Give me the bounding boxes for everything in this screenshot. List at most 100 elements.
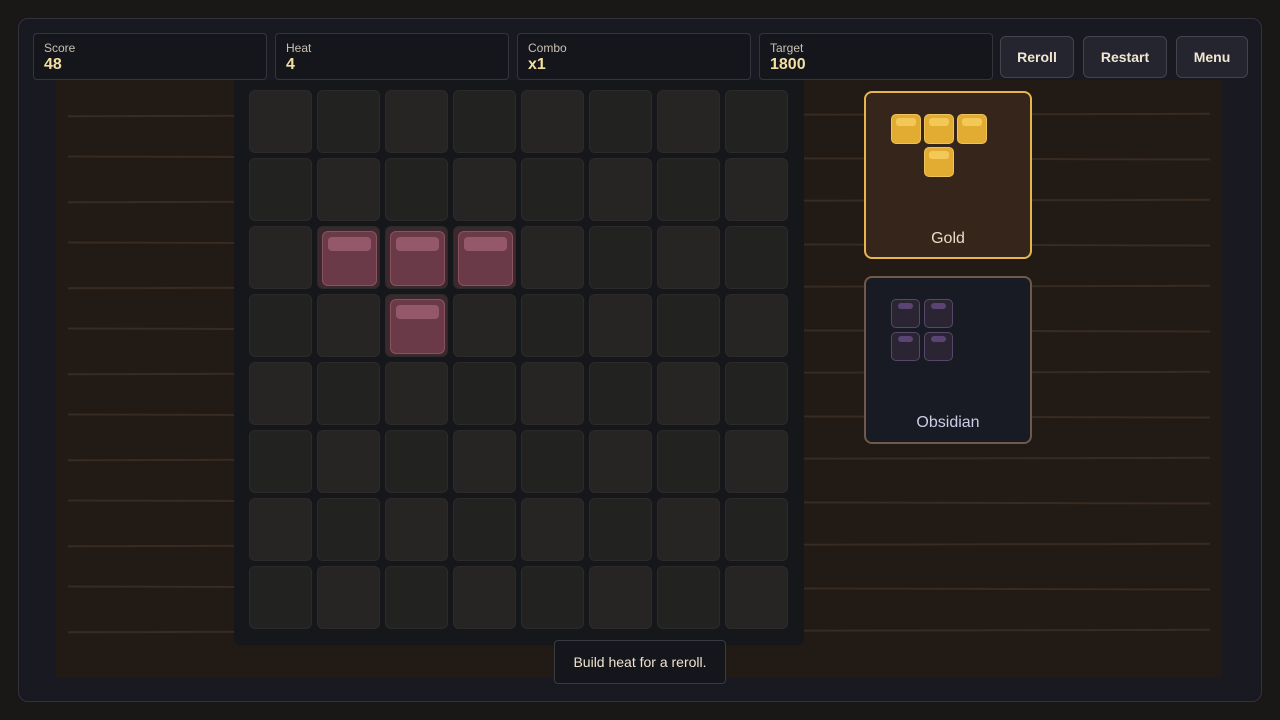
block-highlight: [929, 118, 949, 126]
target-label: Target: [770, 41, 804, 55]
board-cell[interactable]: [249, 362, 312, 425]
board-cell[interactable]: [249, 226, 312, 289]
gold-piece-block: [924, 114, 954, 144]
target-stat: Target 1800: [759, 33, 993, 80]
board-cell[interactable]: [657, 158, 720, 221]
piece-name-obsidian: Obsidian: [916, 414, 980, 431]
board-cell[interactable]: [453, 362, 516, 425]
board-cell[interactable]: [453, 158, 516, 221]
block-highlight: [328, 237, 371, 251]
board-cell[interactable]: [521, 498, 584, 561]
board-cell-filled[interactable]: [453, 226, 516, 289]
board-cell[interactable]: [521, 430, 584, 493]
board-cell[interactable]: [453, 90, 516, 153]
board-cell[interactable]: [385, 498, 448, 561]
heat-label: Heat: [286, 41, 312, 55]
menu-button[interactable]: Menu: [1176, 36, 1248, 78]
board-cell[interactable]: [725, 294, 788, 357]
action-buttons: Reroll Restart Menu: [1000, 36, 1248, 78]
board-cell[interactable]: [657, 498, 720, 561]
block-highlight: [898, 336, 913, 342]
board-cell[interactable]: [249, 158, 312, 221]
board-cell[interactable]: [657, 226, 720, 289]
board-cell[interactable]: [589, 158, 652, 221]
obsidian-piece-block: [924, 299, 953, 328]
board-cell[interactable]: [385, 158, 448, 221]
board-cell[interactable]: [657, 566, 720, 629]
board-cell[interactable]: [725, 362, 788, 425]
restart-button[interactable]: Restart: [1083, 36, 1167, 78]
board-cell[interactable]: [317, 362, 380, 425]
placed-block: [322, 231, 377, 286]
board-cell[interactable]: [589, 90, 652, 153]
board-cell[interactable]: [521, 362, 584, 425]
board-cell[interactable]: [317, 294, 380, 357]
board-cell[interactable]: [725, 498, 788, 561]
board-cell[interactable]: [317, 158, 380, 221]
board-cell[interactable]: [249, 90, 312, 153]
board-cell[interactable]: [385, 90, 448, 153]
board-cell[interactable]: [249, 566, 312, 629]
board-cell[interactable]: [385, 430, 448, 493]
board-cell[interactable]: [249, 294, 312, 357]
board-cell[interactable]: [385, 362, 448, 425]
block-highlight: [898, 303, 913, 309]
board-cell[interactable]: [385, 566, 448, 629]
board-cell[interactable]: [249, 498, 312, 561]
board-cell[interactable]: [657, 430, 720, 493]
gold-piece-block: [891, 114, 921, 144]
board-cell-filled[interactable]: [385, 294, 448, 357]
board-cell[interactable]: [521, 158, 584, 221]
piece-card-obsidian[interactable]: Obsidian: [864, 276, 1032, 444]
game-board: [234, 80, 804, 645]
board-cell[interactable]: [521, 566, 584, 629]
board-cell[interactable]: [589, 430, 652, 493]
board-cell[interactable]: [725, 430, 788, 493]
board-cell[interactable]: [589, 294, 652, 357]
board-cell[interactable]: [317, 90, 380, 153]
reroll-button[interactable]: Reroll: [1000, 36, 1074, 78]
gold-piece-block: [924, 147, 954, 177]
board-cell[interactable]: [657, 90, 720, 153]
board-cell[interactable]: [589, 566, 652, 629]
score-label: Score: [44, 41, 76, 55]
obsidian-piece-block: [891, 299, 920, 328]
board-cell[interactable]: [317, 498, 380, 561]
board-cell[interactable]: [453, 498, 516, 561]
board-cell[interactable]: [725, 90, 788, 153]
board-cell[interactable]: [589, 362, 652, 425]
board-cell[interactable]: [725, 158, 788, 221]
placed-block: [390, 231, 445, 286]
board-cell[interactable]: [725, 566, 788, 629]
combo-label: Combo: [528, 41, 567, 55]
board-cell-filled[interactable]: [385, 226, 448, 289]
board-cell[interactable]: [521, 294, 584, 357]
board-cell-filled[interactable]: [317, 226, 380, 289]
block-highlight: [931, 336, 946, 342]
block-highlight: [396, 237, 439, 251]
hint-message: Build heat for a reroll.: [554, 640, 726, 684]
placed-block: [390, 299, 445, 354]
board-cell[interactable]: [453, 566, 516, 629]
board-cell[interactable]: [317, 566, 380, 629]
board-cell[interactable]: [453, 294, 516, 357]
combo-stat: Combo x1: [517, 33, 751, 80]
board-cell[interactable]: [317, 430, 380, 493]
block-highlight: [929, 151, 949, 159]
board-cell[interactable]: [249, 430, 312, 493]
block-highlight: [896, 118, 916, 126]
board-cell[interactable]: [521, 90, 584, 153]
board-cell[interactable]: [589, 226, 652, 289]
obsidian-piece-block: [891, 332, 920, 361]
board-cell[interactable]: [589, 498, 652, 561]
board-cell[interactable]: [657, 362, 720, 425]
gold-piece-block: [957, 114, 987, 144]
piece-name-gold: Gold: [931, 230, 965, 247]
heat-value: 4: [286, 56, 295, 73]
board-cell[interactable]: [725, 226, 788, 289]
board-cell[interactable]: [521, 226, 584, 289]
board-cell[interactable]: [657, 294, 720, 357]
board-cell[interactable]: [453, 430, 516, 493]
block-highlight: [396, 305, 439, 319]
piece-card-gold[interactable]: Gold: [864, 91, 1032, 259]
